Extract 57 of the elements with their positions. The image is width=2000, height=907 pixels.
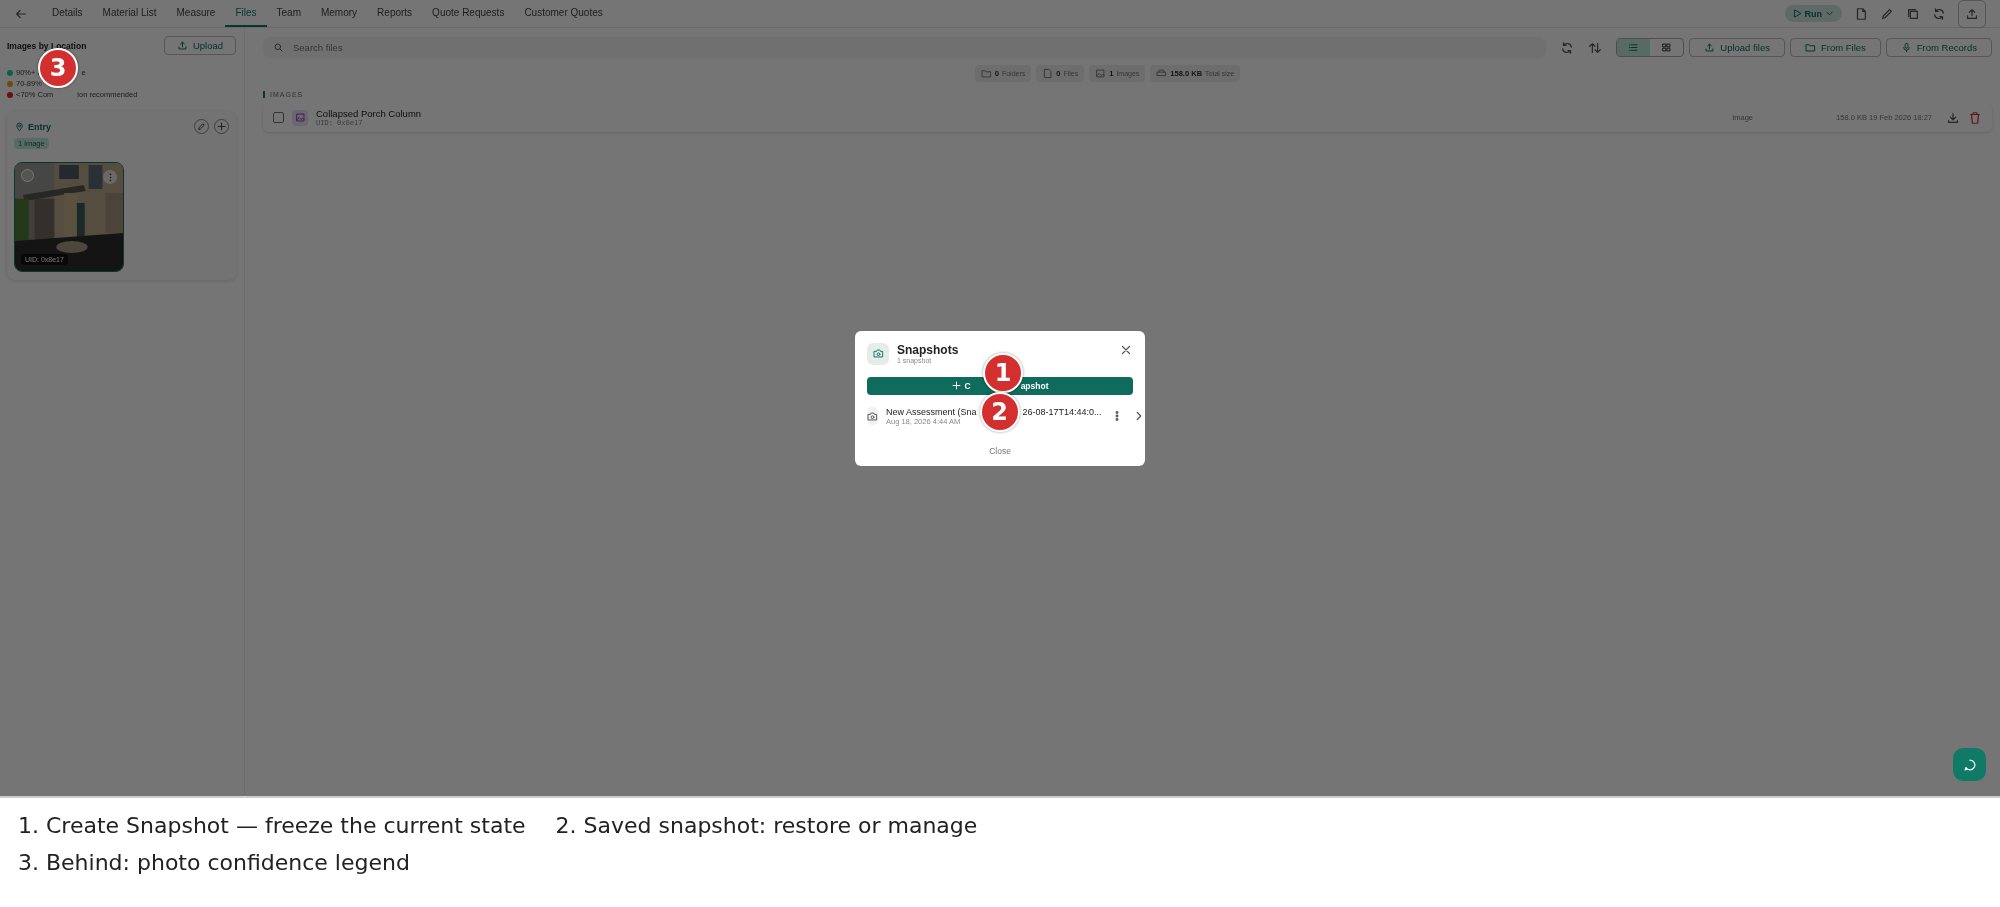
file-icon [1042,68,1054,79]
caption: 1. Create Snapshot — freeze the current state [18,813,526,838]
location-name: Entry [28,121,51,132]
snapshot-title[interactable]: New Assessment (Sna [886,406,977,417]
callout-marker: 2 [979,391,1020,432]
list-view-button[interactable] [1617,39,1651,56]
tab[interactable]: Team [266,0,311,27]
tab[interactable]: Reports [367,0,423,27]
search-icon [273,42,284,53]
tab[interactable]: Customer Quotes [514,0,613,27]
plus-icon [951,380,963,391]
image-icon [294,112,306,123]
tab[interactable]: Memory [310,0,368,27]
list-icon [1628,42,1640,53]
camera-icon [867,410,878,422]
snapshot-title[interactable]: 26-08-17T14:44:0... [1022,406,1102,417]
refresh-icon[interactable] [1932,6,1946,21]
action-button[interactable]: Upload files [1689,38,1785,57]
refresh-icon[interactable] [1560,40,1575,55]
image-icon [1095,68,1107,79]
export-icon[interactable] [1958,0,1986,28]
action-button[interactable]: From Files [1789,38,1881,57]
add-button[interactable] [214,119,229,134]
folder-icon [980,68,992,79]
file-name: Collapsed Porch Column [316,108,423,119]
play-icon [1791,8,1803,19]
upload-button[interactable]: Upload [163,36,236,55]
plus-icon [216,121,227,132]
tab[interactable]: Measure [166,0,226,27]
tab[interactable]: Details [42,0,93,27]
pin-icon [14,121,25,132]
dialog-title: Snapshots [897,342,960,357]
action-button[interactable]: From Records [1885,38,1992,57]
pencil-icon[interactable] [1880,6,1894,21]
camera-icon [872,348,884,359]
folder-icon [1804,42,1816,53]
chat-button[interactable] [1953,748,1986,781]
pencil-icon [196,121,207,132]
upload-icon [176,40,188,51]
run-button[interactable]: Run [1784,5,1842,22]
checkbox[interactable] [273,112,284,123]
microphone-icon [1900,42,1912,53]
grid-icon [1661,42,1673,53]
tab[interactable]: Quote Requests [422,0,515,27]
sort-icon[interactable] [1588,40,1603,55]
caption: 2. Saved snapshot: restore or manage [555,813,978,838]
copy-icon[interactable] [1906,6,1920,21]
upload-icon [1704,42,1716,53]
caption: 3. Behind: photo confidence legend [18,850,411,875]
drive-icon [1156,68,1168,79]
tab[interactable]: Files [225,0,267,27]
close-button[interactable]: Close [989,445,1011,456]
panel-title: Images by Location [7,40,87,51]
document-icon[interactable] [1854,6,1868,21]
trash-icon[interactable] [1968,110,1982,125]
tab[interactable]: Material List [92,0,167,27]
download-icon[interactable] [1946,110,1960,125]
